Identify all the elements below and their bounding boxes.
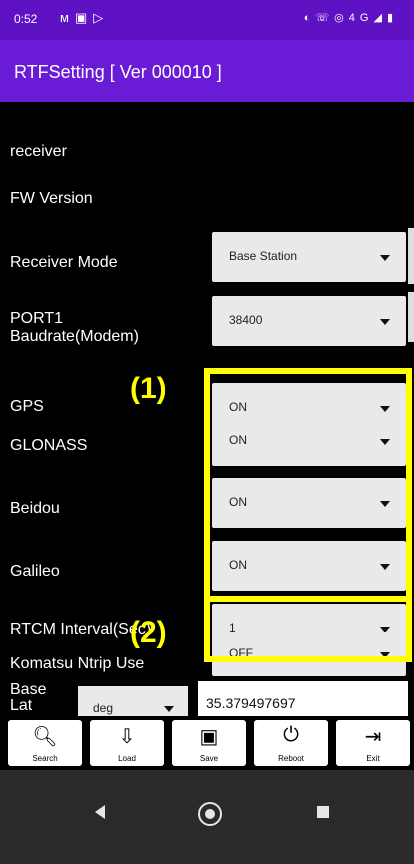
annotation-1: (1) <box>130 372 167 405</box>
hotspot-icon: ◎ <box>334 12 349 24</box>
system-icons: ◐☏◎4G◢▮ <box>304 11 398 24</box>
search-button-label: Search <box>32 754 58 763</box>
app-bar: RTFSetting [ Ver 000010 ] <box>0 40 414 102</box>
receiver-mode-value: Base Station <box>229 249 298 263</box>
wifi-call-icon: ☏ <box>315 12 335 24</box>
port1-label-line1: PORT1 <box>10 310 64 327</box>
port1-baudrate-dropdown[interactable]: 38400 <box>212 296 406 346</box>
power-icon: ⏻ <box>283 724 299 746</box>
base-lat-label-line1: Base <box>10 681 47 698</box>
exit-icon: ⇥ <box>364 726 382 748</box>
side-panel-edge <box>408 228 414 284</box>
home-icon[interactable] <box>198 802 222 826</box>
port1-label: PORT1 Baudrate(Modem) <box>10 310 139 346</box>
base-lat-unit-value: deg <box>93 701 114 715</box>
signal-icon: ◢ <box>373 12 387 24</box>
port1-label-line2: Baudrate(Modem) <box>10 328 139 345</box>
chevron-down-icon <box>380 319 390 325</box>
back-icon[interactable] <box>95 805 105 819</box>
highlight-box-2 <box>204 596 412 662</box>
load-button-label: Load <box>118 754 136 763</box>
exit-button[interactable]: ⇥ Exit <box>336 720 410 766</box>
galileo-label: Galileo <box>10 563 60 580</box>
network-type-label: 4G <box>348 12 374 24</box>
status-bar: 0:52 ᴍ▣▷ ◐☏◎4G◢▮ <box>0 0 414 40</box>
save-button[interactable]: ▣ Save <box>172 720 246 766</box>
receiver-label: receiver <box>10 143 67 160</box>
fw-version-label: FW Version <box>10 190 93 207</box>
reboot-button[interactable]: ⏻ Reboot <box>254 720 328 766</box>
gps-label: GPS <box>10 398 44 415</box>
message-icon: ▣ <box>74 10 94 25</box>
port1-baudrate-value: 38400 <box>229 313 263 327</box>
side-panel-edge <box>408 292 414 342</box>
m-icon: ᴍ <box>60 10 75 25</box>
receiver-mode-dropdown[interactable]: Base Station <box>212 232 406 282</box>
base-lat-label: Base Lat <box>10 682 46 714</box>
recent-apps-icon[interactable] <box>317 806 329 818</box>
notification-icons: ᴍ▣▷ <box>60 10 109 26</box>
battery-icon: ▮ <box>386 12 398 24</box>
status-time: 0:52 <box>14 12 38 26</box>
load-button[interactable]: ⇩ Load <box>90 720 164 766</box>
base-lat-label-line2: Lat <box>10 697 33 714</box>
save-button-label: Save <box>199 754 219 763</box>
search-icon: 🔍︎ <box>32 726 58 748</box>
chevron-down-icon <box>164 706 174 712</box>
vibrate-icon: ◐ <box>303 12 316 24</box>
annotation-2: (2) <box>130 616 167 649</box>
exit-button-label: Exit <box>366 754 380 763</box>
beidou-label: Beidou <box>10 500 60 517</box>
save-icon: ▣ <box>199 726 219 748</box>
reboot-button-label: Reboot <box>278 754 304 763</box>
ntrip-use-label: Komatsu Ntrip Use <box>10 655 145 672</box>
app-title: RTFSetting [ Ver 000010 ] <box>14 62 222 82</box>
system-navigation-bar <box>0 770 414 864</box>
base-lat-value: 35.379497697 <box>206 695 296 711</box>
receiver-mode-label: Receiver Mode <box>10 254 118 271</box>
search-button[interactable]: 🔍︎ Search <box>8 720 82 766</box>
play-icon: ▷ <box>93 10 110 25</box>
highlight-box-1 <box>204 368 412 602</box>
glonass-label: GLONASS <box>10 437 88 454</box>
load-icon: ⇩ <box>118 726 136 748</box>
chevron-down-icon <box>380 255 390 261</box>
